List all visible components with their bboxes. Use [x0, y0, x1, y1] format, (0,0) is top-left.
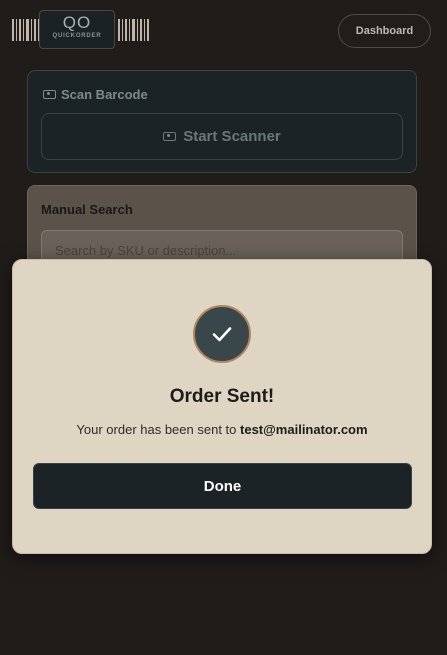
logo-text: QO — [62, 13, 92, 32]
barcode-decoration-right-icon — [118, 19, 149, 41]
app-logo[interactable]: QO QUICKORDER — [39, 10, 115, 49]
start-scanner-button[interactable]: Start Scanner — [41, 113, 403, 160]
app-header: QO QUICKORDER Dashboard — [0, 0, 447, 62]
start-scanner-label: Start Scanner — [183, 128, 281, 145]
dialog-title: Order Sent! — [169, 386, 275, 407]
logo-subtitle: QUICKORDER — [52, 33, 102, 39]
scan-barcode-title: Scan Barcode — [61, 87, 148, 102]
camera-icon — [163, 132, 177, 141]
camera-icon — [43, 90, 56, 99]
dialog-message: Your order has been sent to test@mailina… — [13, 422, 431, 437]
scan-barcode-card: Scan Barcode Start Scanner — [27, 70, 417, 173]
search-placeholder: Search by SKU or description... — [55, 242, 237, 258]
done-button[interactable]: Done — [33, 463, 412, 509]
dashboard-button[interactable]: Dashboard — [338, 14, 431, 48]
manual-search-title: Manual Search — [41, 202, 133, 217]
dialog-message-text: Your order has been sent to — [76, 422, 241, 437]
success-check-icon — [193, 305, 251, 363]
recipient-email: test@mailinator.com — [240, 422, 368, 437]
scan-barcode-heading: Scan Barcode — [43, 87, 148, 102]
order-sent-dialog: Order Sent! Your order has been sent to … — [12, 259, 432, 554]
